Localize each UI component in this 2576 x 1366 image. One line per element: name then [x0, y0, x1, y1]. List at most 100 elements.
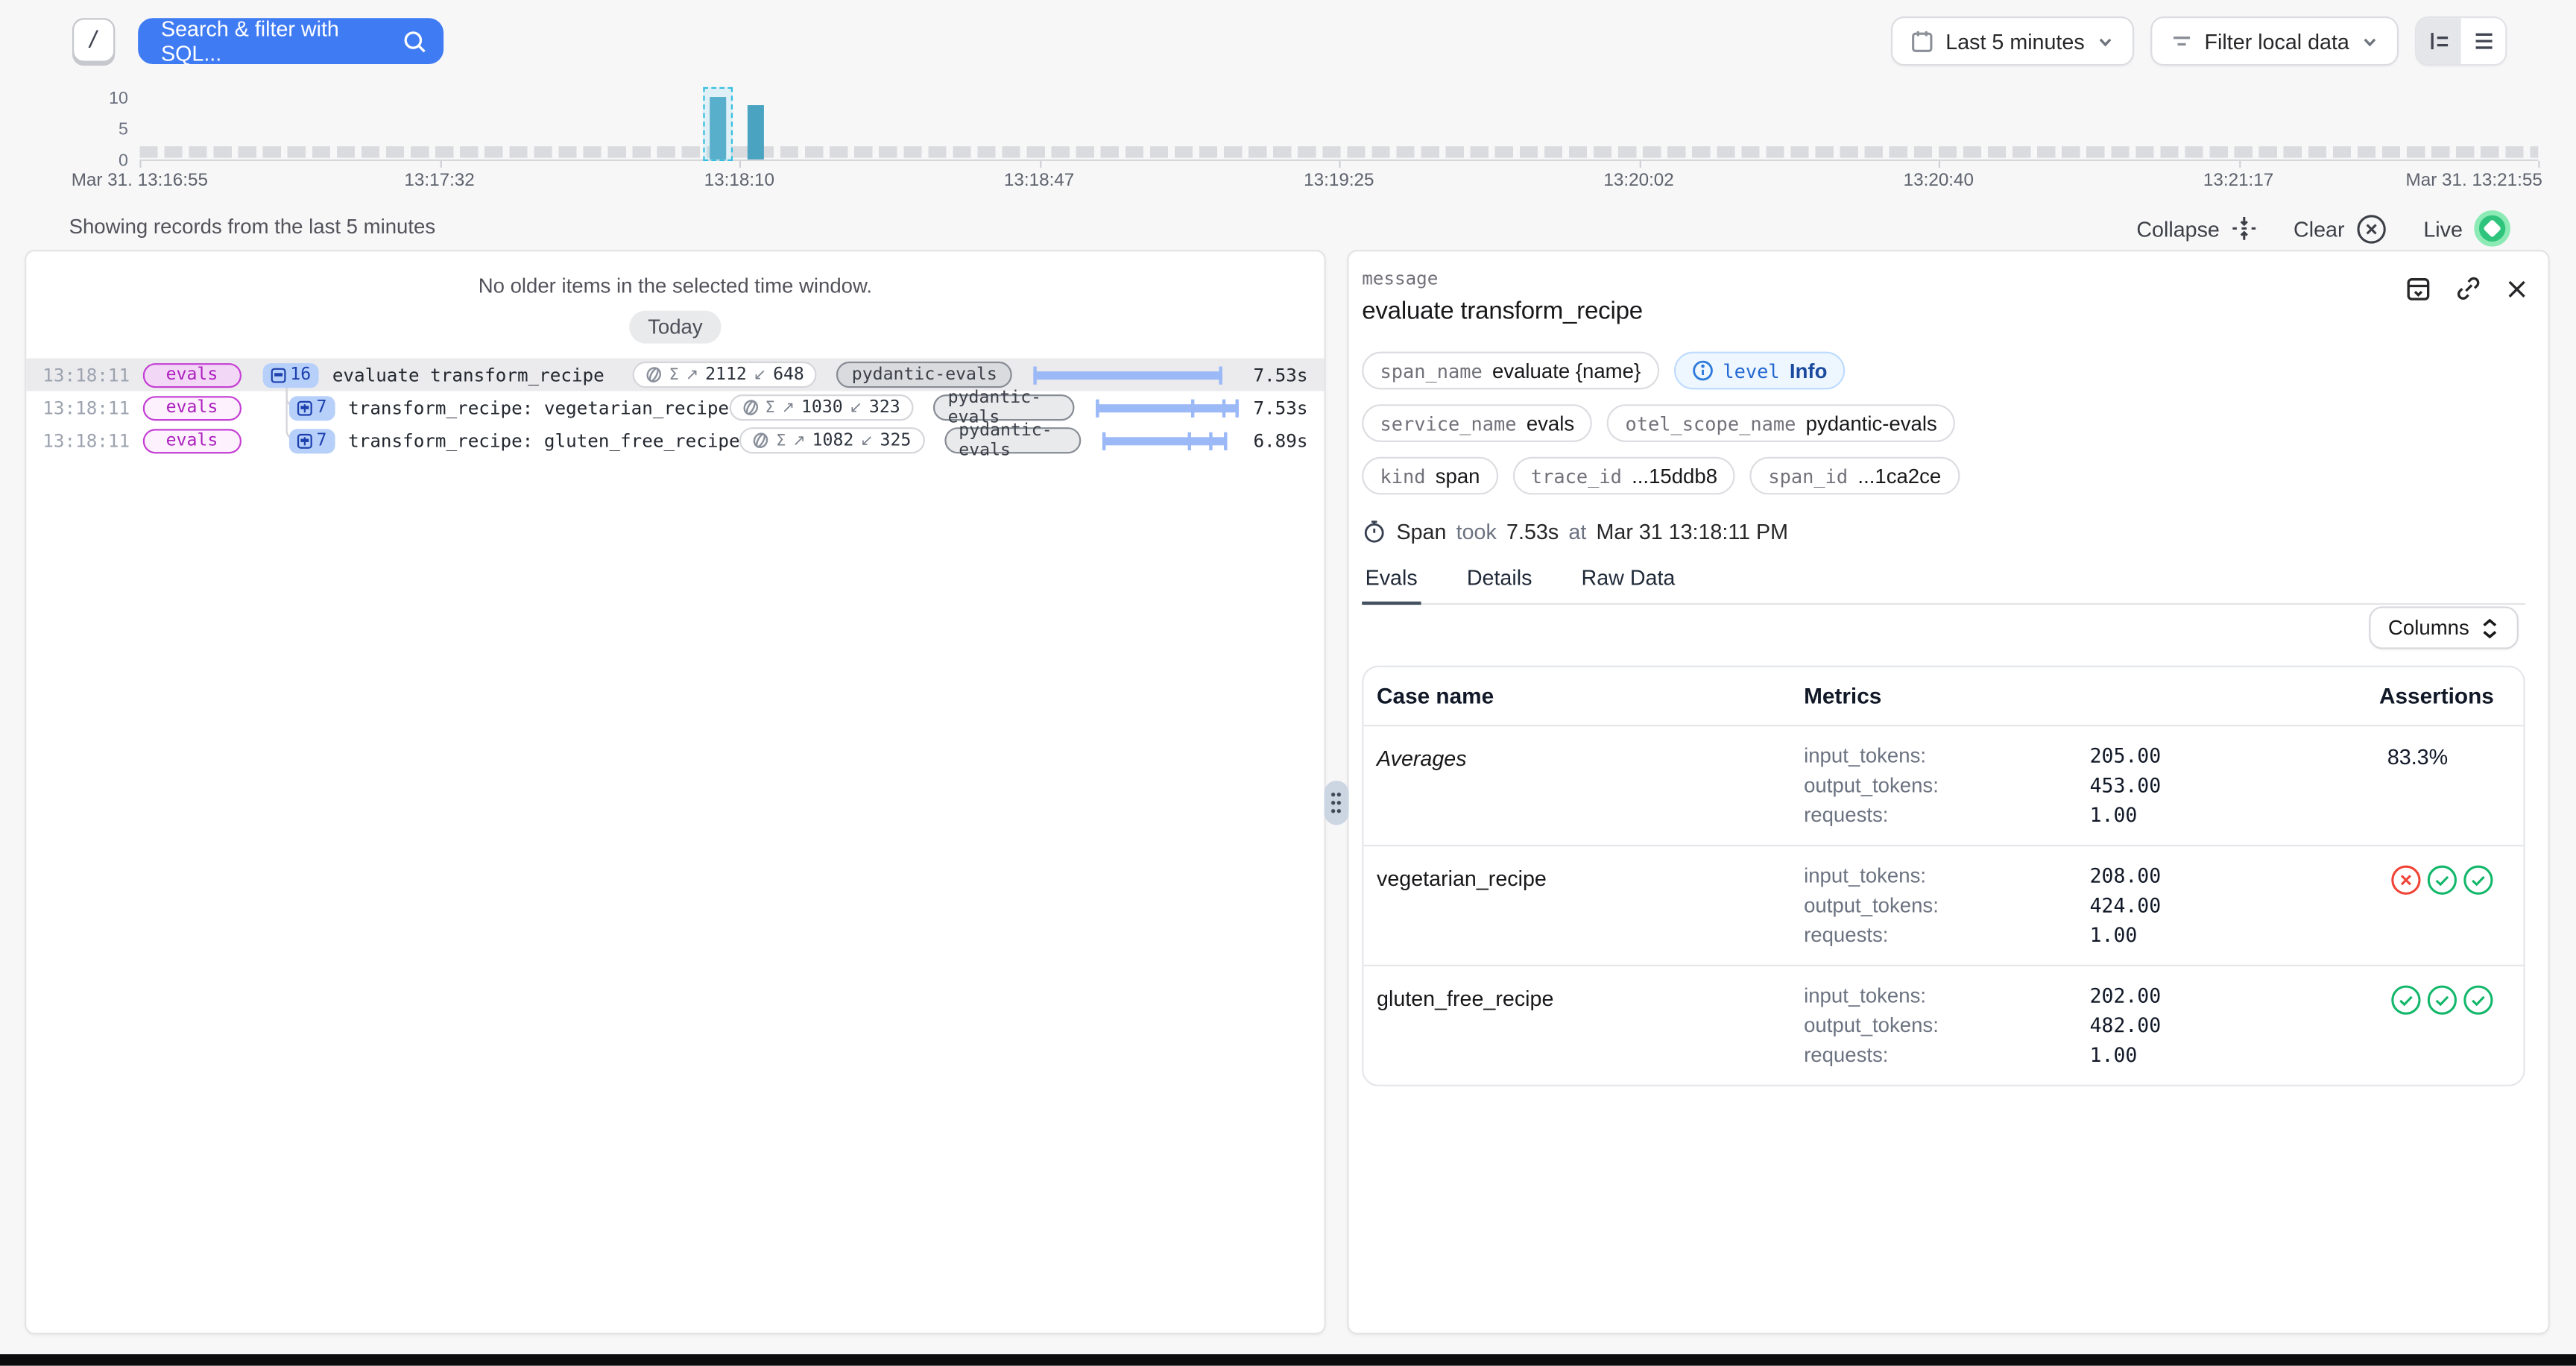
span-expand-chip[interactable]: 7 [288, 395, 335, 420]
otel-scope-tag[interactable]: pydantic-evals [837, 362, 1012, 388]
input-arrow-icon: ↗ [782, 398, 795, 416]
search-icon [402, 29, 427, 54]
otel-scope-tag[interactable]: pydantic-evals [933, 394, 1074, 421]
trace-time: 13:18:11 [42, 364, 121, 385]
chip-span-name[interactable]: span_name evaluate {name} [1362, 352, 1658, 390]
output-arrow-icon: ↙ [860, 432, 874, 450]
timeline-chart[interactable] [139, 90, 2538, 161]
time-range-label: Last 5 minutes [1945, 29, 2084, 54]
span-collapse-chip[interactable]: 16 [262, 362, 319, 387]
span-name: transform_recipe: gluten_free_recipe [348, 429, 740, 451]
span-expand-chip[interactable]: 7 [288, 428, 335, 453]
no-older-items-text: No older items in the selected time wind… [26, 274, 1324, 298]
grip-dots-icon [1330, 792, 1342, 813]
chip-trace-id[interactable]: trace_id ...15ddb8 [1513, 457, 1736, 495]
span-detail-panel: message evaluate transform_recipe span_n… [1347, 250, 2549, 1335]
info-icon [1691, 360, 1713, 382]
showing-records-text: Showing records from the last 5 minutes [69, 215, 436, 239]
trace-row-gluten-free-recipe[interactable]: 13:18:11 evals 7 transform_recipe: glute… [26, 424, 1324, 457]
today-pill[interactable]: Today [630, 311, 721, 344]
tab-evals[interactable]: Evals [1362, 565, 1421, 605]
evals-tag[interactable]: evals [143, 362, 241, 387]
eval-row-averages: Averages input_tokens:205.00 output_toke… [1363, 726, 2523, 846]
filter-local-data-dropdown[interactable]: Filter local data [2150, 16, 2399, 66]
sort-chevrons-icon [2481, 617, 2498, 639]
duration-bar [1033, 365, 1222, 383]
list-view-toggle[interactable] [2461, 18, 2506, 64]
tree-view-icon [2428, 30, 2451, 53]
pass-check-icon [2463, 864, 2494, 896]
input-arrow-icon: ↗ [792, 432, 806, 450]
assertions-percentage: 83.3% [2387, 744, 2448, 769]
coin-icon [753, 432, 769, 449]
record-kind-label: message [1362, 268, 2525, 289]
close-icon[interactable] [2505, 277, 2528, 300]
live-toggle[interactable]: Live [2423, 210, 2510, 246]
metrics-cell: input_tokens:208.00 output_tokens:424.00… [1804, 861, 2336, 950]
detail-tabs: Evals Details Raw Data [1362, 565, 2525, 605]
panel-resize-handle[interactable] [1325, 781, 1349, 825]
trace-time: 13:18:11 [42, 397, 121, 418]
clear-circle-x-icon [2356, 213, 2387, 244]
clear-button[interactable]: Clear [2294, 213, 2387, 244]
tree-view-toggle[interactable] [2416, 18, 2461, 64]
coin-icon [646, 367, 663, 383]
minus-box-icon [271, 368, 285, 383]
chip-level[interactable]: level Info [1673, 352, 1845, 390]
calendar-icon [1911, 30, 1934, 53]
chip-service-name[interactable]: service_name evals [1362, 404, 1592, 442]
dock-panel-icon[interactable] [2405, 275, 2431, 301]
pass-check-icon [2390, 984, 2422, 1016]
search-button[interactable]: Search & filter with SQL... [138, 18, 443, 64]
col-case-name: Case name [1377, 684, 1804, 708]
collapse-vertical-icon [2231, 215, 2257, 242]
filter-lines-icon [2170, 30, 2193, 53]
chevron-down-icon [2096, 32, 2114, 50]
trace-row-vegetarian-recipe[interactable]: 13:18:11 evals 7 transform_recipe: veget… [26, 391, 1324, 424]
timeline-bar[interactable] [748, 105, 764, 160]
tab-details[interactable]: Details [1463, 565, 1535, 603]
trace-list-panel: No older items in the selected time wind… [25, 250, 1326, 1335]
fail-x-icon [2390, 864, 2422, 896]
sigma-icon: Σ [765, 398, 775, 416]
timeline-baseline-dashes [139, 146, 2538, 157]
token-usage-chip: Σ ↗1082 ↙325 [740, 427, 924, 453]
chip-kind[interactable]: kind span [1362, 457, 1498, 495]
pass-check-icon [2463, 984, 2494, 1016]
chip-otel-scope-name[interactable]: otel_scope_name pydantic-evals [1607, 404, 1955, 442]
assertion-icons [2336, 861, 2494, 950]
slash-shortcut-key: / [72, 18, 115, 63]
duration-text: 7.53s [1252, 397, 1307, 418]
coin-icon [742, 400, 759, 416]
tab-raw-data[interactable]: Raw Data [1578, 565, 1679, 603]
evals-tag[interactable]: evals [143, 395, 241, 420]
trace-row-evaluate-transform-recipe[interactable]: 13:18:11 evals 16 evaluate transform_rec… [26, 358, 1324, 391]
col-assertions: Assertions [2336, 684, 2494, 708]
timeline-bar[interactable] [710, 97, 726, 160]
search-label: Search & filter with SQL... [161, 16, 389, 66]
sigma-icon: Σ [669, 365, 679, 383]
timeline-x-axis: Mar 31. 13:16:55 13:17:32 13:18:10 13:18… [139, 171, 2538, 194]
logfire-live-view: / Search & filter with SQL... Last 5 min… [0, 0, 2576, 1366]
list-view-icon [2472, 30, 2495, 53]
window-bottom-edge [0, 1354, 2576, 1365]
time-range-dropdown[interactable]: Last 5 minutes [1892, 16, 2134, 66]
span-name: evaluate transform_recipe [332, 364, 604, 385]
token-usage-chip: Σ ↗2112 ↙648 [633, 362, 817, 388]
eval-row-vegetarian-recipe: vegetarian_recipe input_tokens:208.00 ou… [1363, 846, 2523, 966]
output-arrow-icon: ↙ [850, 398, 863, 416]
collapse-button[interactable]: Collapse [2136, 215, 2257, 242]
columns-button[interactable]: Columns [2369, 606, 2519, 649]
view-mode-toggle [2415, 16, 2507, 66]
copy-link-icon[interactable] [2455, 274, 2482, 302]
otel-scope-tag[interactable]: pydantic-evals [944, 427, 1080, 453]
evals-tag[interactable]: evals [143, 428, 241, 453]
evals-table: Case name Metrics Assertions Averages in… [1362, 666, 2525, 1086]
chip-span-id[interactable]: span_id ...1ca2ce [1750, 457, 1959, 495]
col-metrics: Metrics [1804, 684, 2336, 708]
span-detail-title: evaluate transform_recipe [1362, 298, 2525, 325]
pass-check-icon [2426, 864, 2457, 896]
trace-time: 13:18:11 [42, 429, 121, 451]
filter-label: Filter local data [2205, 29, 2349, 54]
duration-bar [1095, 398, 1240, 416]
